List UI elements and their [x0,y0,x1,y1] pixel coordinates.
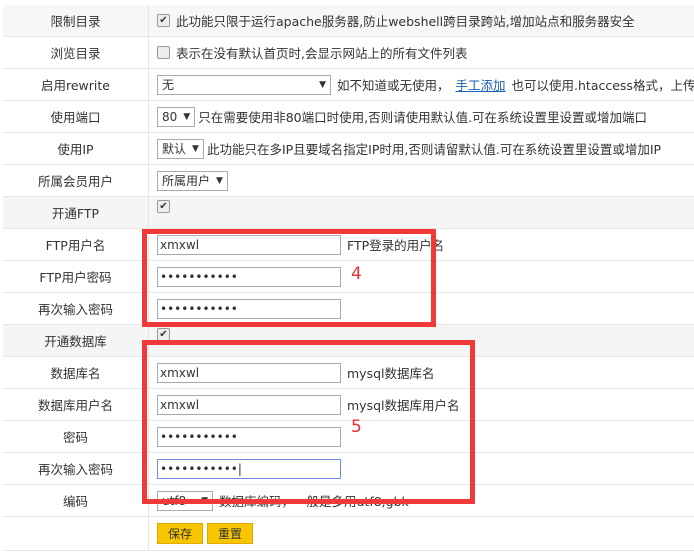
label: 使用端口 [3,101,149,132]
label-empty [3,517,149,550]
row-restrict-dir: 限制目录 ✔ 此功能只限于运行apache服务器,防止webshell跨目录跨站,… [3,5,694,37]
label: 所属会员用户 [3,165,149,196]
desc: 此功能只在多IP且要域名指定IP时用,否则请留默认值.可在系统设置里设置或增加I… [206,142,662,157]
member-select[interactable]: 所属用户 ▼ [157,170,228,191]
rewrite-select[interactable]: 无 ▼ [157,74,331,95]
ip-select[interactable]: 默认 ▼ [157,138,204,159]
label: 开通数据库 [3,325,149,356]
value: 所属用户 [162,174,211,188]
annotation-number-4: 4 [351,264,362,284]
label: 开通FTP [3,197,149,228]
label: 编码 [3,485,149,516]
label: 再次输入密码 [3,293,149,324]
label: 数据库名 [3,357,149,388]
value: 无 [162,78,175,92]
manual-add-link[interactable]: 手工添加 [456,75,506,94]
label: 使用IP [3,133,149,164]
value: 默认 [162,142,187,156]
label: FTP用户名 [3,229,149,260]
chevron-down-icon: ▼ [192,143,199,154]
row-actions: 保存 重置 [3,517,694,551]
row-browse-dir: 浏览目录 表示在没有默认首页时,会显示网站上的所有文件列表 [3,37,694,69]
annotation-box-5 [142,340,475,504]
desc: 如不知道或无使用， [337,78,450,93]
chevron-down-icon: ▼ [216,175,223,186]
reset-button[interactable]: 重置 [207,523,254,544]
desc: 表示在没有默认首页时,会显示网站上的所有文件列表 [176,46,468,61]
port-select[interactable]: 80 ▼ [157,106,196,127]
row-ip: 使用IP 默认 ▼ 此功能只在多IP且要域名指定IP时用,否则请留默认值.可在系统设… [3,133,694,165]
save-button[interactable]: 保存 [157,523,204,544]
label: 密码 [3,421,149,452]
value: 80 [162,109,178,124]
chevron-down-icon: ▼ [183,111,191,122]
annotation-box-4 [142,229,436,327]
desc: 只在需要使用非80端口时使用,否则请使用默认值.可在系统设置里设置或增加端口 [198,110,648,125]
row-port: 使用端口 80 ▼ 只在需要使用非80端口时使用,否则请使用默认值.可在系统设置里设… [3,101,694,133]
row-rewrite: 启用rewrite 无 ▼ 如不知道或无使用， 手工添加 也可以使用.htaccess格… [3,69,694,101]
row-member: 所属会员用户 所属用户 ▼ [3,165,694,197]
browse-dir-checkbox[interactable] [157,46,170,59]
label: FTP用户密码 [3,261,149,292]
ftp-enable-checkbox[interactable]: ✔ [157,200,170,213]
label: 浏览目录 [3,37,149,68]
restrict-dir-checkbox[interactable]: ✔ [157,14,170,27]
annotation-number-5: 5 [351,417,362,437]
label: 再次输入密码 [3,453,149,484]
label: 限制目录 [3,5,149,36]
chevron-down-icon: ▼ [319,79,326,90]
desc: 也可以使用.htaccess格式，上传 [511,78,694,93]
label: 启用rewrite [3,69,149,100]
row-ftp-enable: 开通FTP ✔ [3,197,694,229]
desc: 此功能只限于运行apache服务器,防止webshell跨目录跨站,增加站点和服… [176,14,635,29]
label: 数据库用户名 [3,389,149,420]
